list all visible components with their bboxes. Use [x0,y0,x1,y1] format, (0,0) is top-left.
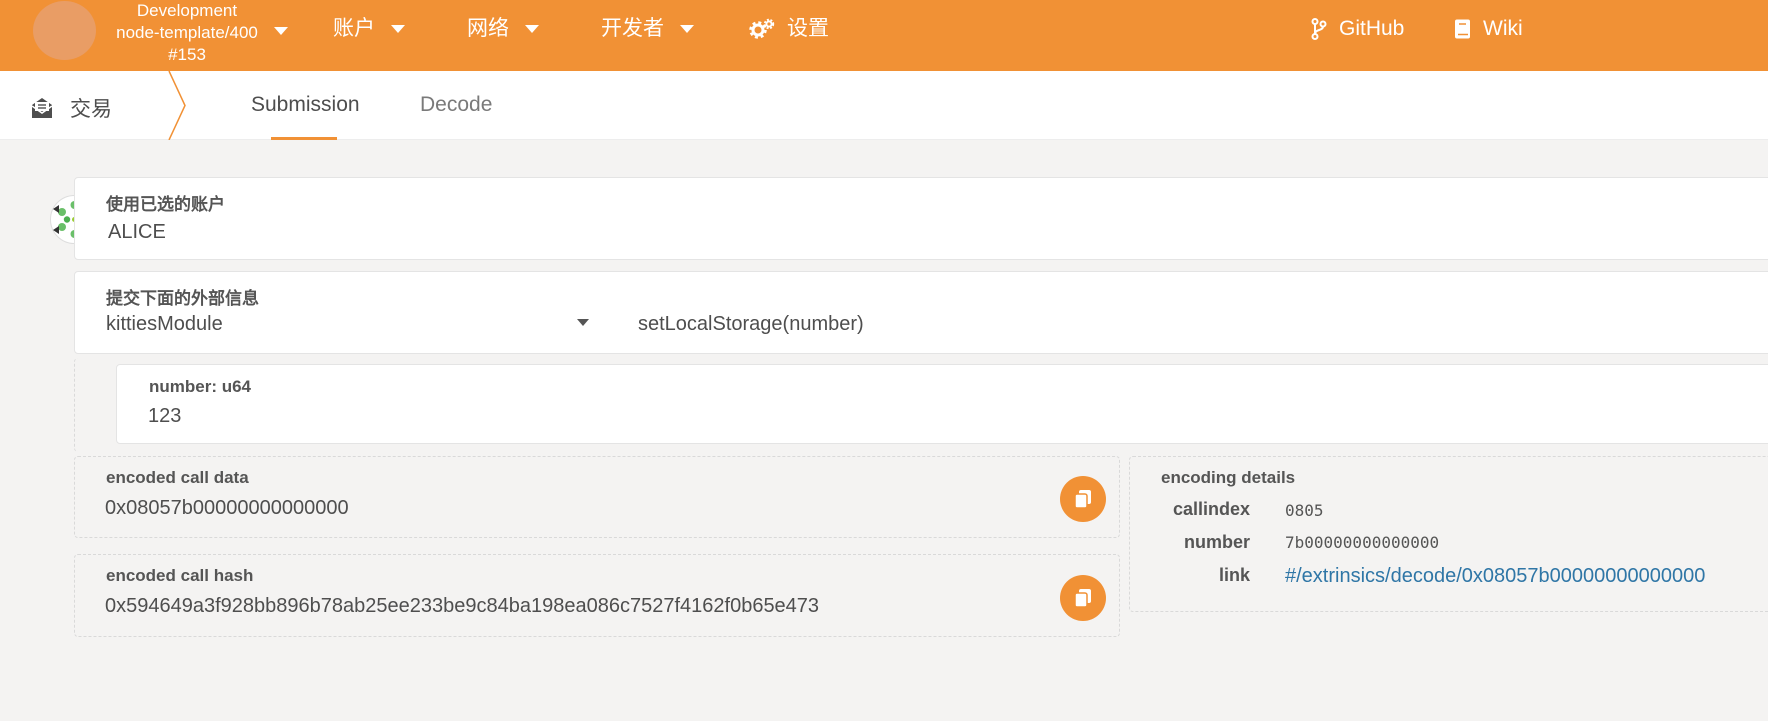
module-dropdown[interactable]: kittiesModule [106,313,576,341]
tab-bar: 交易 Submission Decode [0,71,1768,140]
account-selector[interactable]: 使用已选的账户 ALICE [74,177,1768,260]
chain-selector-caret-icon[interactable] [274,22,288,40]
gears-icon [749,18,775,40]
encoded-call-data-box: encoded call data 0x08057b00000000000000 [74,456,1120,538]
section-title: 交易 [70,98,112,121]
wiki-link[interactable]: Wiki [1454,14,1523,44]
decode-link[interactable]: #/extrinsics/decode/0x08057b000000000000… [1285,565,1705,588]
tab-decode[interactable]: Decode [420,93,492,117]
section-extrinsics: 交易 [30,93,112,123]
menu-settings[interactable]: 设置 [749,14,829,44]
code-branch-icon [1311,18,1327,40]
chevron-down-icon [391,25,405,33]
copy-icon [1074,589,1091,608]
extrinsic-label: 提交下面的外部信息 [106,289,259,308]
envelope-open-icon [30,97,54,119]
menu-developer[interactable]: 开发者 [601,14,694,44]
param-label: number: u64 [149,377,252,396]
menu-developer-label: 开发者 [601,17,664,40]
number-key: number [1183,532,1250,552]
encoding-details-box: encoding details callindex 0805 number 7… [1129,456,1768,612]
chevron-down-icon [680,25,694,33]
github-label: GitHub [1339,17,1405,40]
menu-settings-label: 设置 [787,17,829,40]
param-number-input[interactable]: number: u64 123 [116,364,1768,444]
menu-accounts[interactable]: 账户 [333,14,405,44]
module-value: kittiesModule [106,313,223,335]
chain-logo[interactable] [33,1,96,60]
callindex-key: callindex [1172,499,1250,519]
number-value: 7b00000000000000 [1285,533,1440,552]
menu-network[interactable]: 网络 [467,14,539,44]
copy-call-hash-button[interactable] [1060,575,1106,621]
chain-block: #153 [168,45,206,64]
wiki-label: Wiki [1483,17,1523,40]
module-dropdown-caret-icon[interactable] [577,319,589,326]
call-dropdown[interactable]: setLocalStorage(number) [638,313,1738,341]
account-value: ALICE [108,221,166,243]
tab-submission[interactable]: Submission [251,93,360,117]
account-label: 使用已选的账户 [106,195,225,214]
github-link[interactable]: GitHub [1311,14,1404,44]
encoded-call-data-value: 0x08057b00000000000000 [105,497,349,519]
menu-accounts-label: 账户 [333,17,375,40]
book-icon [1454,19,1471,39]
encoded-call-hash-value: 0x594649a3f928bb896b78ab25ee233be9c84ba1… [105,595,820,617]
chain-selector[interactable]: Development node-template/400 #153 [108,0,266,66]
link-key: link [1218,565,1250,585]
active-tab-indicator [271,137,337,140]
encoded-call-hash-box: encoded call hash 0x594649a3f928bb896b78… [74,554,1120,637]
copy-icon [1074,490,1091,509]
copy-call-data-button[interactable] [1060,476,1106,522]
call-value: setLocalStorage(number) [638,313,864,335]
extrinsic-selector: 提交下面的外部信息 kittiesModule setLocalStorage(… [74,271,1768,354]
chevron-down-icon [525,25,539,33]
encoded-call-data-label: encoded call data [106,468,249,487]
param-value: 123 [148,405,182,427]
encoding-details-title: encoding details [1161,468,1296,487]
menu-network-label: 网络 [467,17,509,40]
top-navbar: Development node-template/400 #153 账户 网络… [0,0,1768,71]
breadcrumb-divider [168,71,186,140]
chain-name: Development [136,1,238,20]
callindex-value: 0805 [1285,501,1324,520]
encoded-call-hash-label: encoded call hash [106,566,254,585]
chain-runtime: node-template/400 [116,23,258,42]
